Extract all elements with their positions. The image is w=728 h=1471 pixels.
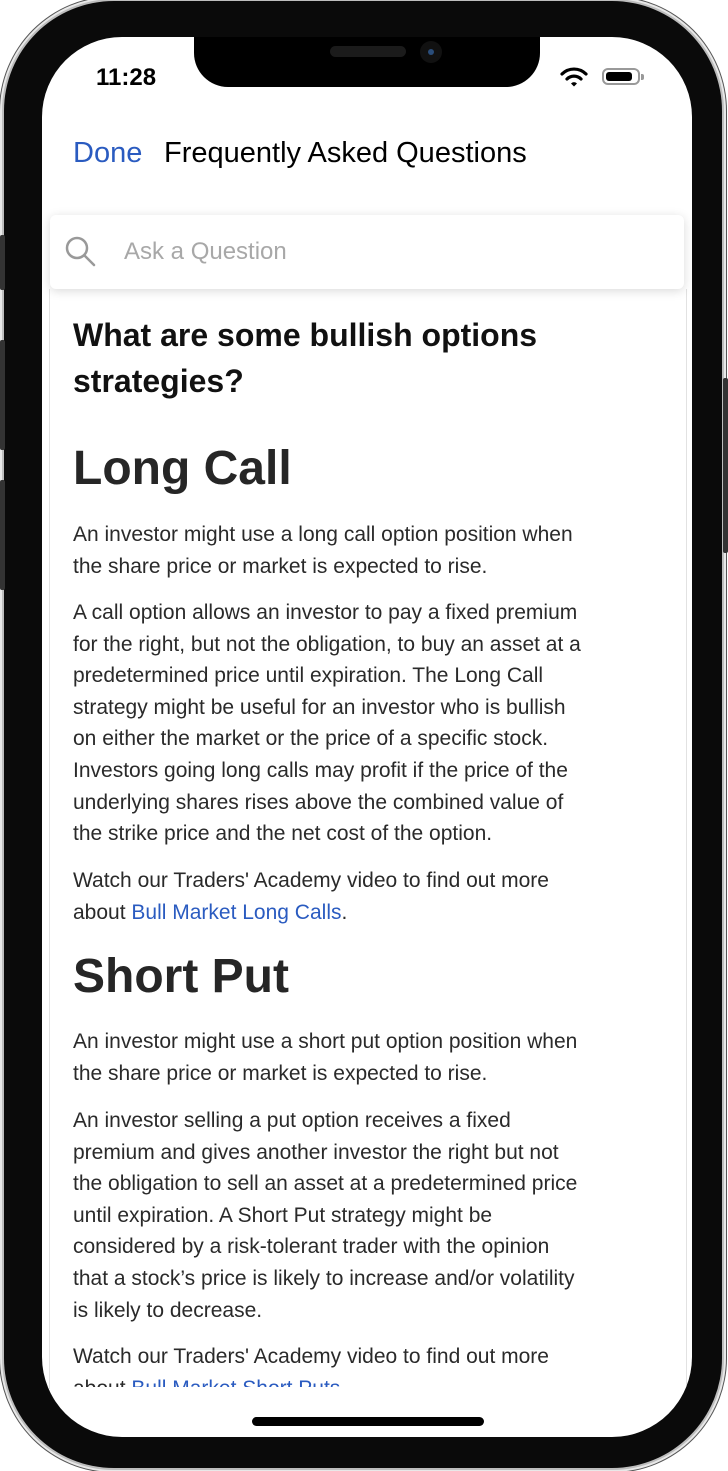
text-line: the obligation to sell an asset at a pre… — [73, 1172, 578, 1196]
notch — [194, 37, 540, 87]
bull-market-long-calls-link[interactable]: Bull Market Long Calls — [131, 901, 341, 924]
text-line: An investor selling a put option receive… — [73, 1109, 511, 1132]
question-line: strategies? — [73, 363, 244, 399]
search-bar[interactable] — [50, 215, 684, 289]
speaker — [330, 46, 406, 57]
text-line: An investor might use a short put option… — [73, 1030, 578, 1053]
status-time: 11:28 — [96, 64, 157, 91]
search-input[interactable] — [122, 233, 666, 271]
text-line: considered by a risk-tolerant trader wit… — [73, 1235, 550, 1259]
text-line: predetermined price until expiration. Th… — [73, 664, 544, 688]
paragraph: A call option allows an investor to pay … — [73, 597, 581, 850]
home-indicator[interactable] — [252, 1417, 484, 1426]
done-button[interactable]: Done — [73, 137, 142, 170]
text: . — [340, 1377, 346, 1387]
text-line: that a stock’s price is likely to increa… — [73, 1266, 575, 1290]
volume-up-button — [0, 340, 5, 450]
text: . — [341, 900, 348, 924]
section-heading-long-call: Long Call — [73, 442, 292, 495]
text-line: until expiration. A Short Put strategy m… — [73, 1203, 493, 1227]
text: about — [73, 900, 132, 924]
camera — [420, 41, 442, 63]
question-line: What are some bullish options — [73, 317, 538, 353]
battery-icon — [602, 68, 644, 85]
text-line: Investors going long calls may profit if… — [73, 758, 568, 782]
text: about — [73, 1377, 131, 1387]
paragraph: Watch our Traders' Academy video to find… — [73, 865, 549, 928]
text-line: for the right, but not the obligation, t… — [73, 632, 581, 656]
text-line: strategy might be useful for an investor… — [73, 695, 566, 719]
text-line: the share price or market is expected to… — [73, 554, 488, 578]
text-line: underlying shares rises above the combin… — [73, 790, 564, 814]
paragraph: Watch our Traders' Academy video to find… — [73, 1341, 549, 1387]
paragraph: An investor selling a put option receive… — [73, 1105, 577, 1326]
text-line: Watch our Traders' Academy video to find… — [73, 1345, 549, 1368]
screen: 11:28 Done Frequently Asked Questions Wh… — [42, 37, 692, 1437]
side-button — [723, 378, 728, 553]
text-line: the share price or market is expected to… — [73, 1061, 488, 1085]
text-line: A call option allows an investor to pay … — [73, 601, 578, 624]
text-line: is likely to decrease. — [73, 1298, 263, 1322]
phone-frame: 11:28 Done Frequently Asked Questions Wh… — [4, 1, 722, 1468]
section-heading-short-put: Short Put — [73, 950, 289, 1003]
text-line: premium and gives another investor the r… — [73, 1140, 559, 1164]
text-line: about Bull Market Short Puts. — [73, 1373, 549, 1387]
text-line: An investor might use a long call option… — [73, 523, 573, 546]
faq-article: What are some bullish options strategies?… — [73, 307, 673, 1387]
paragraph: An investor might use a long call option… — [73, 519, 573, 582]
mute-switch — [0, 235, 5, 290]
paragraph: An investor might use a short put option… — [73, 1026, 577, 1089]
text-line: about Bull Market Long Calls. — [73, 897, 549, 929]
text-line: on either the market or the price of a s… — [73, 727, 549, 751]
text-line: Watch our Traders' Academy video to find… — [73, 869, 549, 892]
search-icon — [65, 236, 96, 267]
page-title: Frequently Asked Questions — [164, 137, 527, 169]
wifi-icon — [560, 67, 588, 87]
volume-down-button — [0, 480, 5, 590]
bull-market-short-puts-link[interactable]: Bull Market Short Puts — [131, 1377, 340, 1387]
text-line: the strike price and the net cost of the… — [73, 822, 493, 846]
question-heading: What are some bullish options strategies? — [73, 312, 537, 404]
